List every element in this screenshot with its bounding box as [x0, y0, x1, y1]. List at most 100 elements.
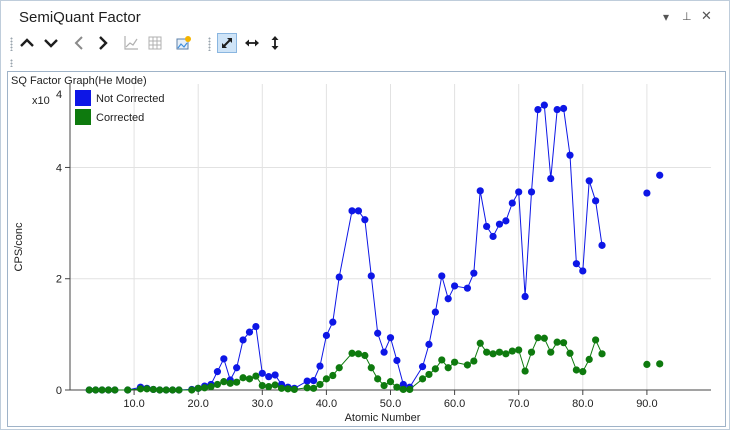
sq-factor-chart[interactable]: 10.0 20.0 30.0 40.0 50.0 60.0 70.0 80.0 90.0024x…: [8, 72, 725, 426]
not-corrected-point: [386, 334, 395, 342]
corrected-point: [194, 384, 202, 392]
corrected-point: [284, 385, 292, 393]
legend-swatch-corrected: [75, 109, 91, 125]
not-corrected-point: [233, 364, 241, 372]
not-corrected-point: [303, 377, 311, 385]
table-button[interactable]: [145, 33, 165, 53]
x-tick-label: 90.0: [636, 398, 657, 410]
not-corrected-point: [431, 308, 439, 316]
autoscale-button[interactable]: [217, 33, 237, 53]
corrected-point: [585, 355, 593, 363]
corrected-point: [656, 360, 664, 368]
corrected-point: [489, 350, 497, 358]
toolbar: [1, 31, 729, 57]
corrected-line: [89, 337, 603, 391]
not-corrected-point: [354, 207, 363, 215]
corrected-point: [104, 386, 113, 394]
corrected-point: [136, 385, 145, 393]
toolbar-grip-2[interactable]: [208, 37, 211, 51]
corrected-point: [425, 370, 433, 379]
corrected-point: [271, 381, 279, 389]
corrected-point: [418, 375, 427, 383]
corrected-point: [547, 348, 555, 356]
not-corrected-point: [483, 222, 491, 231]
corrected-point: [476, 339, 484, 347]
corrected-point: [598, 350, 606, 358]
corrected-point: [361, 351, 369, 360]
corrected-point: [329, 371, 337, 380]
corrected-point: [438, 356, 446, 364]
x-tick-label: 40.0: [316, 398, 337, 410]
not-corrected-point: [316, 362, 324, 370]
y-tick-label: 2: [56, 274, 62, 286]
not-corrected-point: [534, 105, 542, 114]
not-corrected-point: [329, 318, 337, 326]
not-corrected-point: [553, 105, 561, 114]
x-tick-label: 60.0: [444, 398, 465, 410]
export-image-button[interactable]: [174, 33, 194, 53]
window-title: SemiQuant Factor: [19, 9, 141, 26]
toolbar-grip[interactable]: [10, 37, 13, 51]
not-corrected-point: [265, 373, 273, 381]
zoom-in-button[interactable]: [17, 33, 37, 53]
not-corrected-point: [393, 356, 401, 365]
y-multiplier-label: x10: [32, 95, 50, 107]
not-corrected-point: [444, 295, 452, 303]
corrected-point: [316, 380, 324, 389]
x-tick-label: 30.0: [252, 398, 273, 410]
x-tick-label: 10.0: [123, 398, 144, 410]
chart-button[interactable]: [121, 33, 141, 53]
corrected-point: [226, 379, 234, 387]
corrected-point: [386, 378, 395, 386]
not-corrected-point: [579, 267, 587, 275]
autoscale-x-button[interactable]: [242, 33, 262, 53]
pin-icon[interactable]: ⊥: [682, 11, 692, 23]
not-corrected-point: [252, 322, 260, 331]
zoom-out-icon: [44, 39, 58, 48]
chart-panel: SQ Factor Graph(He Mode) 10.0 20.0 30.0 40.…: [7, 71, 726, 427]
corrected-point: [162, 386, 170, 394]
corrected-point: [348, 349, 356, 357]
chart-icon: [124, 36, 138, 50]
not-corrected-point: [361, 216, 369, 224]
corrected-point: [483, 348, 491, 356]
not-corrected-point: [451, 282, 459, 290]
corrected-point: [98, 386, 106, 394]
y-axis-title: CPS/conc: [13, 222, 25, 271]
corrected-point: [111, 386, 119, 394]
corrected-point: [168, 386, 177, 394]
zoom-out-button[interactable]: [41, 33, 61, 53]
not-corrected-point: [245, 328, 254, 336]
corrected-point: [149, 385, 157, 394]
not-corrected-point: [220, 355, 228, 363]
corrected-point: [309, 384, 318, 392]
not-corrected-point: [540, 101, 548, 109]
not-corrected-point: [380, 348, 388, 356]
not-corrected-point: [322, 331, 330, 340]
previous-button[interactable]: [69, 33, 89, 53]
corrected-point: [451, 358, 459, 366]
corrected-point: [258, 381, 266, 390]
corrected-point: [92, 386, 100, 394]
close-icon[interactable]: ✕: [701, 9, 712, 22]
export-image-icon: [176, 36, 191, 50]
autoscale-y-button[interactable]: [265, 33, 285, 53]
next-button[interactable]: [93, 33, 113, 53]
zoom-in-icon: [20, 38, 34, 47]
not-corrected-point: [547, 174, 555, 183]
corrected-point: [245, 375, 254, 383]
not-corrected-point: [418, 363, 427, 371]
panel-grip[interactable]: [10, 59, 13, 67]
previous-icon: [74, 36, 83, 50]
not-corrected-point: [258, 369, 266, 377]
corrected-point: [201, 384, 209, 392]
corrected-point: [367, 364, 375, 372]
not-corrected-point: [592, 197, 600, 205]
not-corrected-point: [438, 272, 446, 280]
corrected-point: [553, 338, 561, 346]
corrected-point: [515, 346, 523, 354]
dropdown-icon[interactable]: ▾: [663, 11, 669, 23]
not-corrected-point: [566, 151, 574, 159]
corrected-point: [643, 360, 651, 369]
not-corrected-point: [213, 368, 222, 376]
